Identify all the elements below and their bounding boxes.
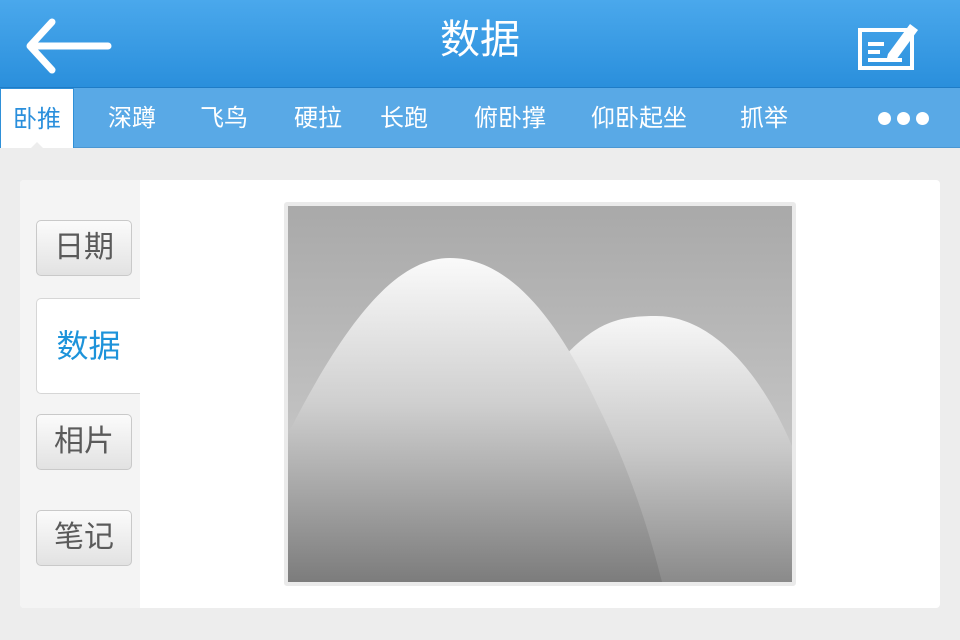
side-item-date[interactable]: 日期 (36, 220, 132, 276)
edit-note-icon (858, 24, 918, 70)
category-tab-bar: 卧推 深蹲 飞鸟 硬拉 长跑 俯卧撑 仰卧起坐 抓举 (0, 88, 960, 149)
edit-button[interactable] (858, 18, 920, 72)
tab-deadlift[interactable]: 硬拉 (278, 88, 358, 147)
side-item-data[interactable]: 数据 (36, 298, 140, 394)
side-item-photos[interactable]: 相片 (36, 414, 132, 470)
tab-sit-up[interactable]: 仰卧起坐 (580, 88, 698, 147)
tab-snatch[interactable]: 抓举 (724, 88, 804, 147)
tab-push-up[interactable]: 俯卧撑 (462, 88, 558, 147)
page-title: 数据 (440, 17, 520, 63)
content-panel: 日期 数据 相片 笔记 (20, 180, 940, 608)
more-tabs-button[interactable] (872, 88, 934, 147)
tab-fly[interactable]: 飞鸟 (184, 88, 264, 147)
side-menu: 日期 数据 相片 笔记 (20, 180, 140, 608)
side-item-notes[interactable]: 笔记 (36, 510, 132, 566)
tab-long-run[interactable]: 长跑 (364, 88, 444, 147)
app-header: 数据 (0, 0, 960, 88)
image-placeholder-icon (288, 206, 792, 582)
tab-squat[interactable]: 深蹲 (92, 88, 172, 147)
tab-bench-press[interactable]: 卧推 (0, 88, 74, 149)
image-placeholder (284, 202, 796, 586)
